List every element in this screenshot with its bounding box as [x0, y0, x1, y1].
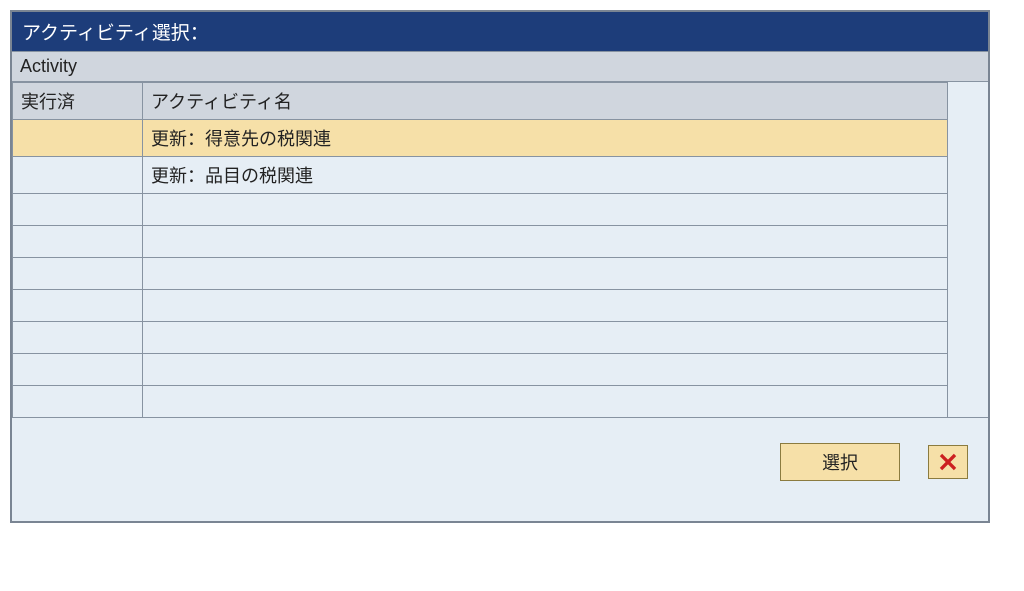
close-button[interactable] [928, 445, 968, 479]
table-row[interactable] [13, 226, 948, 258]
cell-status [13, 157, 143, 194]
table-row[interactable] [13, 290, 948, 322]
cell-name [143, 290, 948, 322]
cell-name [143, 258, 948, 290]
cell-name: 更新：得意先の税関連 [143, 120, 948, 157]
cell-name [143, 354, 948, 386]
table-row[interactable] [13, 354, 948, 386]
activity-select-dialog: アクティビティ選択： Activity 実行済 アクティビティ名 更新：得意先の… [10, 10, 990, 523]
select-button[interactable]: 選択 [780, 443, 900, 481]
cell-status [13, 120, 143, 157]
button-bar: 選択 [12, 418, 988, 521]
cell-status [13, 354, 143, 386]
cell-status [13, 322, 143, 354]
table-container: 実行済 アクティビティ名 更新：得意先の税関連更新：品目の税関連 [12, 82, 988, 418]
column-header-name[interactable]: アクティビティ名 [143, 83, 948, 120]
cell-status [13, 290, 143, 322]
cell-name [143, 386, 948, 418]
column-header-status[interactable]: 実行済 [13, 83, 143, 120]
cell-name [143, 322, 948, 354]
dialog-title: アクティビティ選択： [12, 12, 988, 51]
table-row[interactable] [13, 322, 948, 354]
group-label: Activity [12, 51, 988, 82]
cell-name: 更新：品目の税関連 [143, 157, 948, 194]
cell-status [13, 226, 143, 258]
cell-name [143, 194, 948, 226]
table-main: 実行済 アクティビティ名 更新：得意先の税関連更新：品目の税関連 [12, 82, 948, 418]
activity-table: 実行済 アクティビティ名 更新：得意先の税関連更新：品目の税関連 [12, 82, 948, 418]
cell-status [13, 258, 143, 290]
cell-status [13, 386, 143, 418]
table-row[interactable] [13, 194, 948, 226]
table-row[interactable] [13, 386, 948, 418]
table-row[interactable] [13, 258, 948, 290]
cell-name [143, 226, 948, 258]
table-row[interactable]: 更新：品目の税関連 [13, 157, 948, 194]
scrollbar-area[interactable] [948, 82, 988, 418]
cell-status [13, 194, 143, 226]
table-row[interactable]: 更新：得意先の税関連 [13, 120, 948, 157]
close-icon [938, 452, 958, 472]
